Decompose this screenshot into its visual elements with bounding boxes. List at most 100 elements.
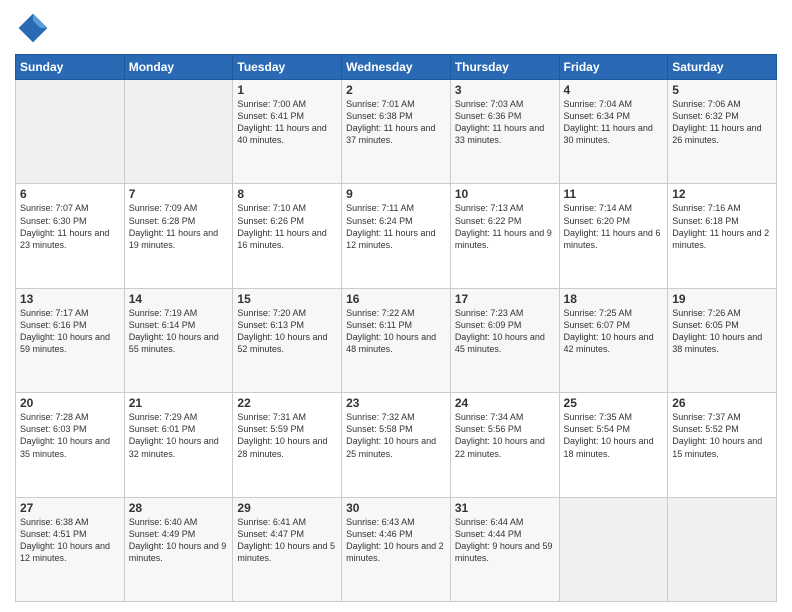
cell-content: Sunrise: 6:43 AMSunset: 4:46 PMDaylight:… xyxy=(346,516,446,565)
day-of-week-header: Monday xyxy=(124,55,233,80)
calendar-table: SundayMondayTuesdayWednesdayThursdayFrid… xyxy=(15,54,777,602)
day-number: 3 xyxy=(455,83,555,97)
day-number: 17 xyxy=(455,292,555,306)
day-number: 14 xyxy=(129,292,229,306)
calendar-week-row: 13Sunrise: 7:17 AMSunset: 6:16 PMDayligh… xyxy=(16,288,777,392)
cell-content: Sunrise: 7:37 AMSunset: 5:52 PMDaylight:… xyxy=(672,411,772,460)
calendar-cell: 13Sunrise: 7:17 AMSunset: 6:16 PMDayligh… xyxy=(16,288,125,392)
calendar-cell: 6Sunrise: 7:07 AMSunset: 6:30 PMDaylight… xyxy=(16,184,125,288)
calendar-week-row: 20Sunrise: 7:28 AMSunset: 6:03 PMDayligh… xyxy=(16,393,777,497)
cell-content: Sunrise: 7:14 AMSunset: 6:20 PMDaylight:… xyxy=(564,202,664,251)
day-number: 23 xyxy=(346,396,446,410)
calendar-cell xyxy=(124,80,233,184)
day-of-week-header: Tuesday xyxy=(233,55,342,80)
day-number: 8 xyxy=(237,187,337,201)
page: SundayMondayTuesdayWednesdayThursdayFrid… xyxy=(0,0,792,612)
day-number: 1 xyxy=(237,83,337,97)
calendar-cell: 11Sunrise: 7:14 AMSunset: 6:20 PMDayligh… xyxy=(559,184,668,288)
calendar-cell: 31Sunrise: 6:44 AMSunset: 4:44 PMDayligh… xyxy=(450,497,559,601)
day-number: 18 xyxy=(564,292,664,306)
day-of-week-header: Saturday xyxy=(668,55,777,80)
day-number: 27 xyxy=(20,501,120,515)
day-number: 24 xyxy=(455,396,555,410)
day-number: 25 xyxy=(564,396,664,410)
day-number: 13 xyxy=(20,292,120,306)
cell-content: Sunrise: 7:25 AMSunset: 6:07 PMDaylight:… xyxy=(564,307,664,356)
calendar-week-row: 27Sunrise: 6:38 AMSunset: 4:51 PMDayligh… xyxy=(16,497,777,601)
day-number: 12 xyxy=(672,187,772,201)
cell-content: Sunrise: 6:40 AMSunset: 4:49 PMDaylight:… xyxy=(129,516,229,565)
cell-content: Sunrise: 7:31 AMSunset: 5:59 PMDaylight:… xyxy=(237,411,337,460)
day-number: 28 xyxy=(129,501,229,515)
calendar-cell: 16Sunrise: 7:22 AMSunset: 6:11 PMDayligh… xyxy=(342,288,451,392)
day-number: 2 xyxy=(346,83,446,97)
cell-content: Sunrise: 7:09 AMSunset: 6:28 PMDaylight:… xyxy=(129,202,229,251)
day-number: 7 xyxy=(129,187,229,201)
calendar-cell: 24Sunrise: 7:34 AMSunset: 5:56 PMDayligh… xyxy=(450,393,559,497)
calendar-week-row: 1Sunrise: 7:00 AMSunset: 6:41 PMDaylight… xyxy=(16,80,777,184)
calendar-cell xyxy=(559,497,668,601)
cell-content: Sunrise: 7:00 AMSunset: 6:41 PMDaylight:… xyxy=(237,98,337,147)
cell-content: Sunrise: 7:32 AMSunset: 5:58 PMDaylight:… xyxy=(346,411,446,460)
cell-content: Sunrise: 7:17 AMSunset: 6:16 PMDaylight:… xyxy=(20,307,120,356)
calendar-cell: 28Sunrise: 6:40 AMSunset: 4:49 PMDayligh… xyxy=(124,497,233,601)
cell-content: Sunrise: 7:04 AMSunset: 6:34 PMDaylight:… xyxy=(564,98,664,147)
day-of-week-header: Sunday xyxy=(16,55,125,80)
cell-content: Sunrise: 7:35 AMSunset: 5:54 PMDaylight:… xyxy=(564,411,664,460)
day-number: 22 xyxy=(237,396,337,410)
calendar-cell: 15Sunrise: 7:20 AMSunset: 6:13 PMDayligh… xyxy=(233,288,342,392)
day-number: 15 xyxy=(237,292,337,306)
calendar-cell: 1Sunrise: 7:00 AMSunset: 6:41 PMDaylight… xyxy=(233,80,342,184)
day-number: 21 xyxy=(129,396,229,410)
calendar-cell: 29Sunrise: 6:41 AMSunset: 4:47 PMDayligh… xyxy=(233,497,342,601)
calendar-cell: 4Sunrise: 7:04 AMSunset: 6:34 PMDaylight… xyxy=(559,80,668,184)
calendar-cell: 2Sunrise: 7:01 AMSunset: 6:38 PMDaylight… xyxy=(342,80,451,184)
day-number: 16 xyxy=(346,292,446,306)
day-number: 4 xyxy=(564,83,664,97)
cell-content: Sunrise: 7:19 AMSunset: 6:14 PMDaylight:… xyxy=(129,307,229,356)
calendar-cell: 14Sunrise: 7:19 AMSunset: 6:14 PMDayligh… xyxy=(124,288,233,392)
calendar-cell: 27Sunrise: 6:38 AMSunset: 4:51 PMDayligh… xyxy=(16,497,125,601)
calendar-cell: 22Sunrise: 7:31 AMSunset: 5:59 PMDayligh… xyxy=(233,393,342,497)
cell-content: Sunrise: 7:10 AMSunset: 6:26 PMDaylight:… xyxy=(237,202,337,251)
calendar-cell: 20Sunrise: 7:28 AMSunset: 6:03 PMDayligh… xyxy=(16,393,125,497)
calendar-cell: 21Sunrise: 7:29 AMSunset: 6:01 PMDayligh… xyxy=(124,393,233,497)
cell-content: Sunrise: 7:03 AMSunset: 6:36 PMDaylight:… xyxy=(455,98,555,147)
calendar-cell xyxy=(668,497,777,601)
day-number: 10 xyxy=(455,187,555,201)
cell-content: Sunrise: 7:16 AMSunset: 6:18 PMDaylight:… xyxy=(672,202,772,251)
calendar-cell: 5Sunrise: 7:06 AMSunset: 6:32 PMDaylight… xyxy=(668,80,777,184)
calendar-cell: 26Sunrise: 7:37 AMSunset: 5:52 PMDayligh… xyxy=(668,393,777,497)
calendar-cell: 9Sunrise: 7:11 AMSunset: 6:24 PMDaylight… xyxy=(342,184,451,288)
day-number: 20 xyxy=(20,396,120,410)
day-number: 29 xyxy=(237,501,337,515)
cell-content: Sunrise: 7:22 AMSunset: 6:11 PMDaylight:… xyxy=(346,307,446,356)
calendar-week-row: 6Sunrise: 7:07 AMSunset: 6:30 PMDaylight… xyxy=(16,184,777,288)
day-number: 19 xyxy=(672,292,772,306)
cell-content: Sunrise: 6:41 AMSunset: 4:47 PMDaylight:… xyxy=(237,516,337,565)
day-number: 9 xyxy=(346,187,446,201)
day-number: 5 xyxy=(672,83,772,97)
calendar-cell xyxy=(16,80,125,184)
cell-content: Sunrise: 6:44 AMSunset: 4:44 PMDaylight:… xyxy=(455,516,555,565)
cell-content: Sunrise: 7:23 AMSunset: 6:09 PMDaylight:… xyxy=(455,307,555,356)
calendar-cell: 18Sunrise: 7:25 AMSunset: 6:07 PMDayligh… xyxy=(559,288,668,392)
cell-content: Sunrise: 7:01 AMSunset: 6:38 PMDaylight:… xyxy=(346,98,446,147)
logo xyxy=(15,10,55,46)
day-number: 26 xyxy=(672,396,772,410)
calendar-cell: 17Sunrise: 7:23 AMSunset: 6:09 PMDayligh… xyxy=(450,288,559,392)
cell-content: Sunrise: 7:07 AMSunset: 6:30 PMDaylight:… xyxy=(20,202,120,251)
logo-icon xyxy=(15,10,51,46)
calendar-cell: 7Sunrise: 7:09 AMSunset: 6:28 PMDaylight… xyxy=(124,184,233,288)
cell-content: Sunrise: 7:06 AMSunset: 6:32 PMDaylight:… xyxy=(672,98,772,147)
day-of-week-header: Wednesday xyxy=(342,55,451,80)
day-number: 6 xyxy=(20,187,120,201)
cell-content: Sunrise: 7:11 AMSunset: 6:24 PMDaylight:… xyxy=(346,202,446,251)
calendar-cell: 25Sunrise: 7:35 AMSunset: 5:54 PMDayligh… xyxy=(559,393,668,497)
day-number: 31 xyxy=(455,501,555,515)
calendar-cell: 19Sunrise: 7:26 AMSunset: 6:05 PMDayligh… xyxy=(668,288,777,392)
calendar-cell: 23Sunrise: 7:32 AMSunset: 5:58 PMDayligh… xyxy=(342,393,451,497)
cell-content: Sunrise: 7:29 AMSunset: 6:01 PMDaylight:… xyxy=(129,411,229,460)
calendar-cell: 3Sunrise: 7:03 AMSunset: 6:36 PMDaylight… xyxy=(450,80,559,184)
cell-content: Sunrise: 7:26 AMSunset: 6:05 PMDaylight:… xyxy=(672,307,772,356)
